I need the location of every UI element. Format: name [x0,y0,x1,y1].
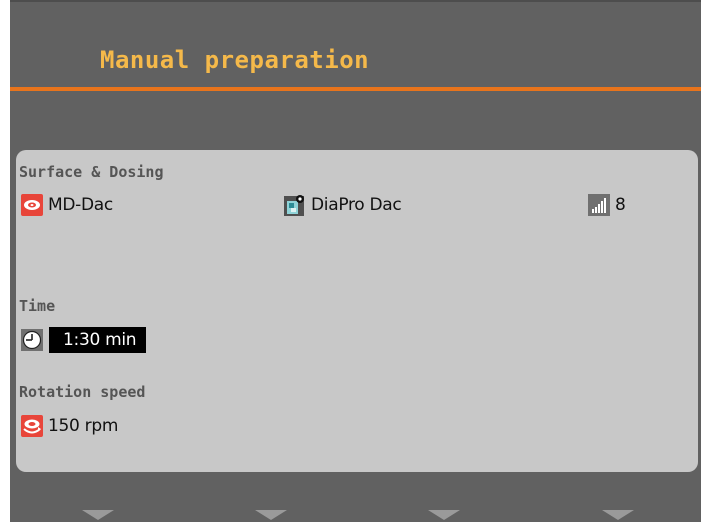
time-label: Time [19,297,56,315]
top-border [10,0,701,2]
surface-dosing-label: Surface & Dosing [19,163,164,181]
softkey-2-arrow-icon[interactable] [255,510,287,520]
screen: Manual preparation Surface & Dosing MD-D… [0,0,701,522]
time-item[interactable]: 1:30 min [21,327,147,353]
suspension-bottle-icon [284,194,306,216]
rotation-speed-icon [21,415,43,437]
dosing-level-item[interactable]: 8 [588,194,626,216]
title-divider [10,87,701,91]
surface-value: MD-Dac [48,195,113,215]
time-value[interactable]: 1:30 min [49,327,147,353]
rotation-speed-item[interactable]: 150 rpm [21,415,118,437]
softkey-3-arrow-icon[interactable] [428,510,460,520]
softkey-bar [10,508,701,522]
device-display: Manual preparation Surface & Dosing MD-D… [10,0,701,522]
rotation-speed-value: 150 rpm [48,416,119,436]
clock-icon [21,329,43,351]
surface-disc-icon [21,194,43,216]
softkey-4-arrow-icon[interactable] [602,510,634,520]
page-title: Manual preparation [100,46,370,74]
rotation-speed-label: Rotation speed [19,383,146,401]
settings-panel: Surface & Dosing MD-Dac DiaPro Dac 8 Tim… [16,150,698,472]
dosing-level-value: 8 [615,195,626,215]
dosing-level-icon [588,194,610,216]
suspension-item[interactable]: DiaPro Dac [284,194,402,216]
suspension-value: DiaPro Dac [311,195,402,215]
surface-item[interactable]: MD-Dac [21,194,113,216]
softkey-1-arrow-icon[interactable] [82,510,114,520]
